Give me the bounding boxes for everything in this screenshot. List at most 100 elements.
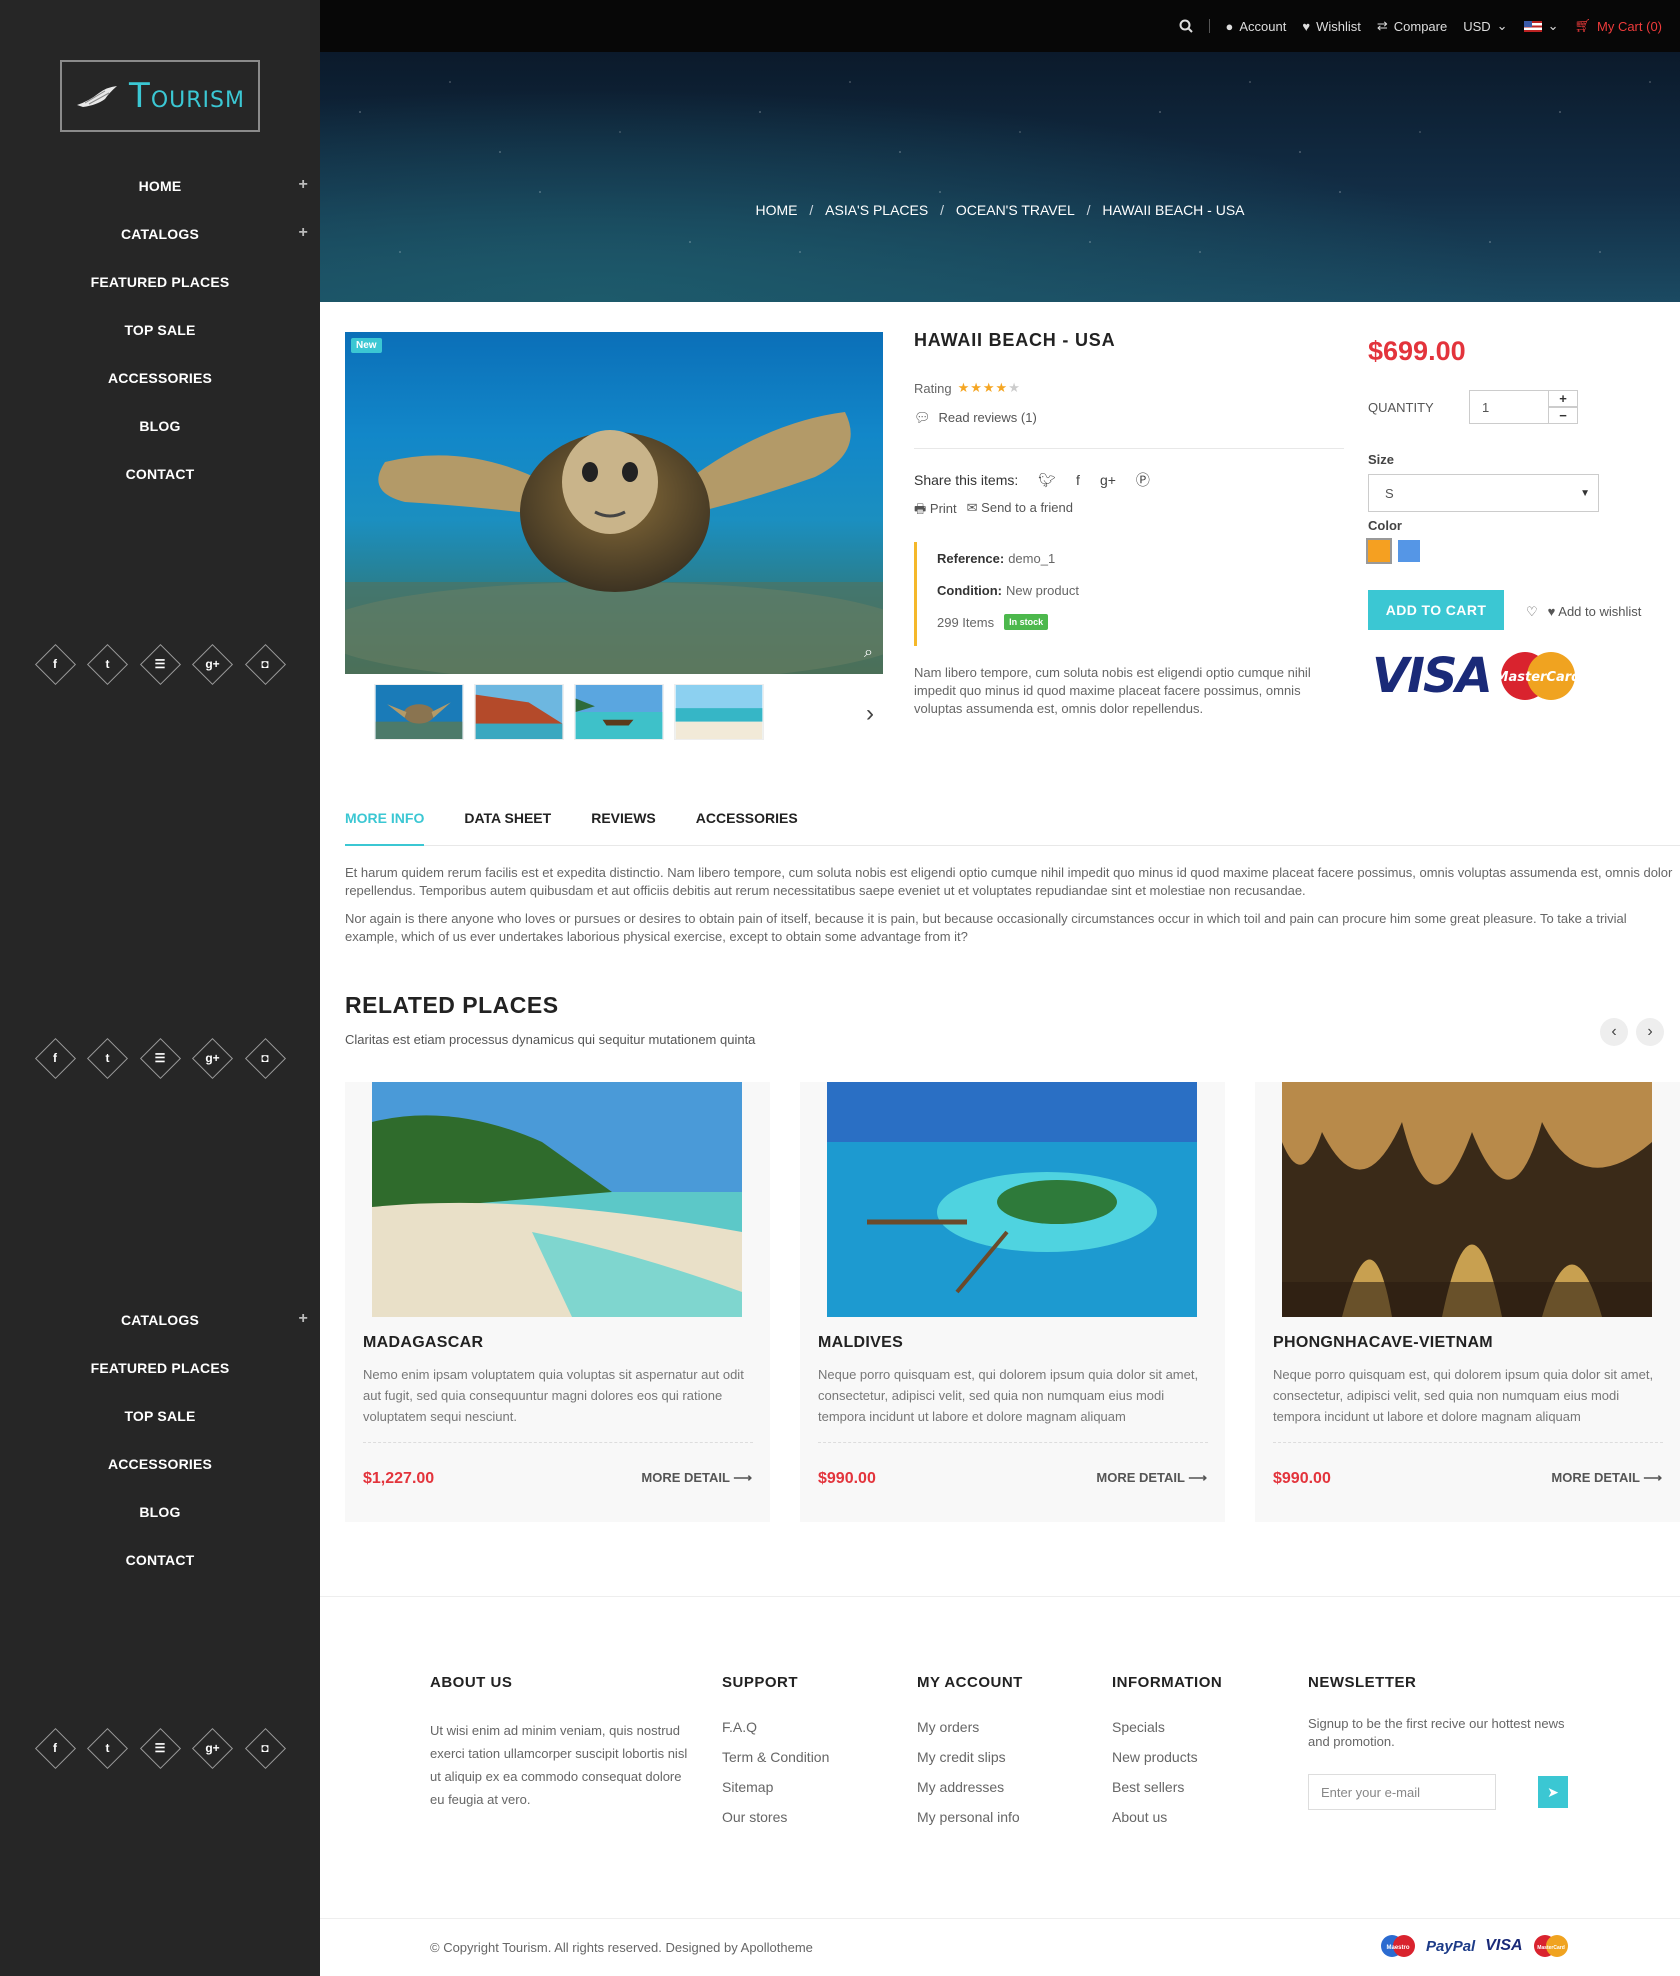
thumbnail-next-arrow[interactable]: › xyxy=(866,700,874,728)
footer-link-specials[interactable]: Specials xyxy=(1112,1719,1222,1749)
google-plus-icon[interactable]: g+ xyxy=(193,1728,233,1768)
compare-link[interactable]: ⇄ Compare xyxy=(1377,18,1447,34)
twitter-icon[interactable]: t xyxy=(88,644,128,684)
color-swatch-orange[interactable] xyxy=(1366,538,1392,564)
breadcrumb-home[interactable]: HOME xyxy=(755,202,797,218)
zoom-icon[interactable]: ⌕ xyxy=(864,644,873,662)
breadcrumb-oceans-travel[interactable]: OCEAN'S TRAVEL xyxy=(956,202,1075,218)
related-place-card[interactable]: MADAGASCAR Nemo enim ipsam voluptatem qu… xyxy=(345,1082,770,1522)
sidebar-item-top-sale[interactable]: TOP SALE xyxy=(0,1392,320,1440)
sidebar-item-catalogs[interactable]: CATALOGS + xyxy=(0,1296,320,1344)
facebook-icon[interactable]: f xyxy=(35,644,75,684)
sidebar-item-home[interactable]: HOME + xyxy=(0,162,320,210)
related-place-card[interactable]: MALDIVES Neque porro quisquam est, qui d… xyxy=(800,1082,1225,1522)
expand-icon[interactable]: + xyxy=(298,224,308,242)
footer-link-best-sellers[interactable]: Best sellers xyxy=(1112,1779,1222,1809)
google-plus-icon[interactable]: g+ xyxy=(1100,472,1116,488)
rss-icon[interactable]: ☰ xyxy=(140,1038,180,1078)
tab-more-info[interactable]: MORE INFO xyxy=(345,810,425,846)
footer-link-personal-info[interactable]: My personal info xyxy=(917,1809,1023,1839)
expand-icon[interactable]: + xyxy=(298,1310,308,1328)
footer-link-new-products[interactable]: New products xyxy=(1112,1749,1222,1779)
newsletter-email-input[interactable]: Enter your e-mail xyxy=(1308,1774,1496,1810)
dropdown-caret-icon: ▼ xyxy=(1580,487,1590,499)
footer-link-faq[interactable]: F.A.Q xyxy=(722,1719,829,1749)
currency-selector[interactable]: USD ⌄ xyxy=(1463,18,1507,34)
account-link[interactable]: ● Account xyxy=(1226,19,1287,34)
maldives-image xyxy=(827,1082,1197,1317)
twitter-icon[interactable]: t xyxy=(88,1728,128,1768)
add-to-wishlist-link[interactable]: ♡ ♥ Add to wishlist xyxy=(1526,604,1641,620)
thumbnail-boat-lagoon[interactable] xyxy=(574,684,664,740)
footer-link-credit-slips[interactable]: My credit slips xyxy=(917,1749,1023,1779)
carousel-prev-button[interactable]: ‹ xyxy=(1600,1018,1628,1046)
rss-icon[interactable]: ☰ xyxy=(140,644,180,684)
google-plus-icon[interactable]: g+ xyxy=(193,1038,233,1078)
more-detail-link[interactable]: MORE DETAIL ⟶ xyxy=(1551,1470,1662,1486)
search-icon[interactable] xyxy=(1179,19,1193,33)
tab-reviews[interactable]: REVIEWS xyxy=(591,810,656,846)
color-swatch-blue[interactable] xyxy=(1398,540,1420,562)
heart-icon: ♥ xyxy=(1547,604,1556,619)
facebook-icon[interactable]: f xyxy=(1076,472,1080,488)
sidebar-item-contact[interactable]: CONTACT xyxy=(0,1536,320,1584)
footer-link-sitemap[interactable]: Sitemap xyxy=(722,1779,829,1809)
sidebar-item-contact[interactable]: CONTACT xyxy=(0,450,320,498)
footer-link-about-us[interactable]: About us xyxy=(1112,1809,1222,1839)
decrease-quantity-button[interactable]: − xyxy=(1548,407,1578,424)
sidebar-item-accessories[interactable]: ACCESSORIES xyxy=(0,1440,320,1488)
wishlist-link[interactable]: ♥ Wishlist xyxy=(1302,19,1361,34)
carousel-next-button[interactable]: › xyxy=(1636,1018,1664,1046)
place-name[interactable]: MADAGASCAR xyxy=(363,1334,483,1352)
related-place-card[interactable]: PHONGNHACAVE-VIETNAM Neque porro quisqua… xyxy=(1255,1082,1680,1522)
place-name[interactable]: PHONGNHACAVE-VIETNAM xyxy=(1273,1334,1493,1352)
sidebar-item-blog[interactable]: BLOG xyxy=(0,402,320,450)
expand-icon[interactable]: + xyxy=(298,176,308,194)
cart-link[interactable]: 🛒︎ My Cart (0) xyxy=(1574,18,1662,34)
tab-accessories[interactable]: ACCESSORIES xyxy=(696,810,798,846)
footer-link-orders[interactable]: My orders xyxy=(917,1719,1023,1749)
product-main-image[interactable]: New ⌕ xyxy=(345,332,883,674)
sidebar-item-blog[interactable]: BLOG xyxy=(0,1488,320,1536)
instagram-icon[interactable]: ◘ xyxy=(245,1038,285,1078)
sidebar-item-featured-places[interactable]: FEATURED PLACES xyxy=(0,1344,320,1392)
facebook-icon[interactable]: f xyxy=(35,1038,75,1078)
stock-quantity: 299 Items xyxy=(937,614,995,630)
twitter-icon[interactable]: 🐦︎ xyxy=(1038,472,1056,489)
twitter-icon[interactable]: t xyxy=(88,1038,128,1078)
thumbnail-cliff-beach[interactable] xyxy=(474,684,564,740)
footer-link-terms[interactable]: Term & Condition xyxy=(722,1749,829,1779)
sidebar-item-accessories[interactable]: ACCESSORIES xyxy=(0,354,320,402)
logo[interactable]: TOURISM xyxy=(60,60,260,132)
sidebar-item-featured-places[interactable]: FEATURED PLACES xyxy=(0,258,320,306)
thumbnail-turtle[interactable] xyxy=(374,684,464,740)
size-label: Size xyxy=(1368,452,1395,467)
more-detail-link[interactable]: MORE DETAIL ⟶ xyxy=(1096,1470,1207,1486)
pinterest-icon[interactable]: Ⓟ xyxy=(1136,470,1150,490)
google-plus-icon[interactable]: g+ xyxy=(193,644,233,684)
instagram-icon[interactable]: ◘ xyxy=(245,1728,285,1768)
footer-link-addresses[interactable]: My addresses xyxy=(917,1779,1023,1809)
instagram-icon[interactable]: ◘ xyxy=(245,644,285,684)
sidebar-item-catalogs[interactable]: CATALOGS + xyxy=(0,210,320,258)
print-button[interactable]: 🖶︎ Print xyxy=(914,500,957,522)
place-name[interactable]: MALDIVES xyxy=(818,1334,903,1352)
increase-quantity-button[interactable]: + xyxy=(1548,390,1578,407)
thumbnail-white-beach[interactable] xyxy=(674,684,764,740)
sidebar-item-top-sale[interactable]: TOP SALE xyxy=(0,306,320,354)
size-select[interactable]: S ▼ xyxy=(1368,474,1599,512)
add-to-cart-button[interactable]: ADD TO CART xyxy=(1368,590,1504,630)
more-detail-link[interactable]: MORE DETAIL ⟶ xyxy=(641,1470,752,1486)
breadcrumb-asias-places[interactable]: ASIA'S PLACES xyxy=(825,202,928,218)
footer-my-account: MY ACCOUNT My orders My credit slips My … xyxy=(917,1674,1023,1839)
footer-link-stores[interactable]: Our stores xyxy=(722,1809,829,1839)
facebook-icon[interactable]: f xyxy=(35,1728,75,1768)
read-reviews-link[interactable]: 💬︎ Read reviews (1) xyxy=(914,410,1037,426)
newsletter-submit-button[interactable]: ➤ xyxy=(1538,1776,1568,1808)
quantity-input[interactable]: 1 xyxy=(1469,390,1549,424)
rss-icon[interactable]: ☰ xyxy=(140,1728,180,1768)
product-tabs: MORE INFO DATA SHEET REVIEWS ACCESSORIES xyxy=(345,810,1680,846)
language-selector[interactable]: ⌄ xyxy=(1523,18,1558,34)
tab-data-sheet[interactable]: DATA SHEET xyxy=(464,810,551,846)
send-to-friend-button[interactable]: ✉︎ Send to a friend xyxy=(967,500,1073,522)
